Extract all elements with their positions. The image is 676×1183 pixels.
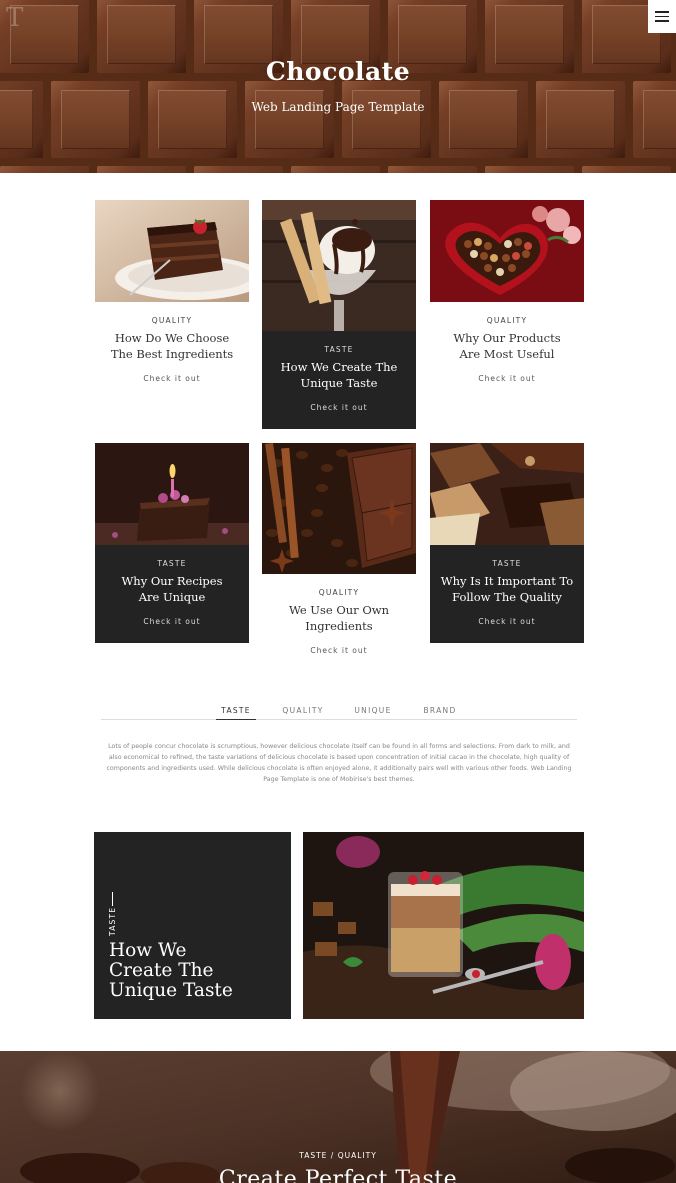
banner-category: TASTE / QUALITY (299, 1151, 377, 1160)
card-title[interactable]: How Do We Choose The Best Ingredients (95, 331, 249, 362)
broken-chocolate-image[interactable] (430, 443, 584, 545)
card-choose-ingredients: QUALITY How Do We Choose The Best Ingredi… (95, 200, 249, 386)
hamburger-menu-button[interactable] (648, 0, 676, 33)
card-title[interactable]: How We Create The Unique Taste (262, 360, 416, 391)
tabs-bar: TASTE QUALITY UNIQUE BRAND (101, 706, 577, 720)
card-body: TASTE Why Is It Important To Follow The Q… (430, 545, 584, 643)
tab-taste[interactable]: TASTE (216, 706, 256, 720)
card-body: TASTE How We Create The Unique Taste Chec… (262, 331, 416, 429)
heart-chocolate-box-image[interactable] (430, 200, 584, 302)
check-it-out-link[interactable]: Check it out (143, 374, 200, 383)
card-title[interactable]: Why Our Recipes Are Unique (95, 574, 249, 605)
check-it-out-link[interactable]: Check it out (143, 617, 200, 626)
card-body: QUALITY We Use Our Own Ingredients Check … (262, 574, 416, 658)
check-it-out-link[interactable]: Check it out (310, 403, 367, 412)
card-category: TASTE (492, 559, 522, 568)
tab-unique[interactable]: UNIQUE (353, 706, 393, 720)
card-title[interactable]: Why Is It Important To Follow The Quality (430, 574, 584, 605)
check-it-out-link[interactable]: Check it out (310, 646, 367, 655)
card-products-useful: QUALITY Why Our Products Are Most Useful … (430, 200, 584, 386)
card-body: TASTE Why Our Recipes Are Unique Check it… (95, 545, 249, 643)
card-recipes-unique: TASTE Why Our Recipes Are Unique Check it… (95, 443, 249, 643)
card-body: QUALITY Why Our Products Are Most Useful … (430, 302, 584, 386)
card-own-ingredients: QUALITY We Use Our Own Ingredients Check … (262, 443, 416, 658)
card-category: QUALITY (151, 316, 193, 325)
feature-category: TASTE (108, 906, 117, 936)
hero-title: Chocolate (265, 57, 411, 86)
check-it-out-link[interactable]: Check it out (478, 617, 535, 626)
card-title[interactable]: We Use Our Own Ingredients (262, 603, 416, 634)
chocolate-mousse-image (303, 832, 584, 1019)
card-category: TASTE (324, 345, 354, 354)
card-category: QUALITY (318, 588, 360, 597)
bottom-banner (0, 1051, 676, 1183)
cinnamon-coffee-beans-image[interactable] (262, 443, 416, 574)
check-it-out-link[interactable]: Check it out (478, 374, 535, 383)
feature-title: How We Create The Unique Taste (109, 940, 233, 1001)
card-follow-quality: TASTE Why Is It Important To Follow The Q… (430, 443, 584, 643)
hero-subtitle: Web Landing Page Template (251, 100, 425, 114)
feature-divider (112, 892, 113, 906)
card-create-taste: TASTE How We Create The Unique Taste Chec… (262, 200, 416, 429)
card-body: QUALITY How Do We Choose The Best Ingredi… (95, 302, 249, 386)
card-category: QUALITY (486, 316, 528, 325)
site-logo[interactable]: T (6, 3, 23, 33)
tab-brand[interactable]: BRAND (421, 706, 459, 720)
hero-banner: T Chocolate Web Landing Page Template (0, 0, 676, 173)
menu-icon (655, 11, 669, 13)
card-title[interactable]: Why Our Products Are Most Useful (430, 331, 584, 362)
tab-content-text: Lots of people concur chocolate is scrum… (106, 743, 572, 783)
chocolate-cake-image[interactable] (95, 200, 249, 302)
ice-cream-sundae-image[interactable] (262, 200, 416, 331)
banner-title: Create Perfect Taste (218, 1167, 458, 1183)
card-category: TASTE (157, 559, 187, 568)
birthday-cake-image[interactable] (95, 443, 249, 545)
tab-quality[interactable]: QUALITY (281, 706, 325, 720)
